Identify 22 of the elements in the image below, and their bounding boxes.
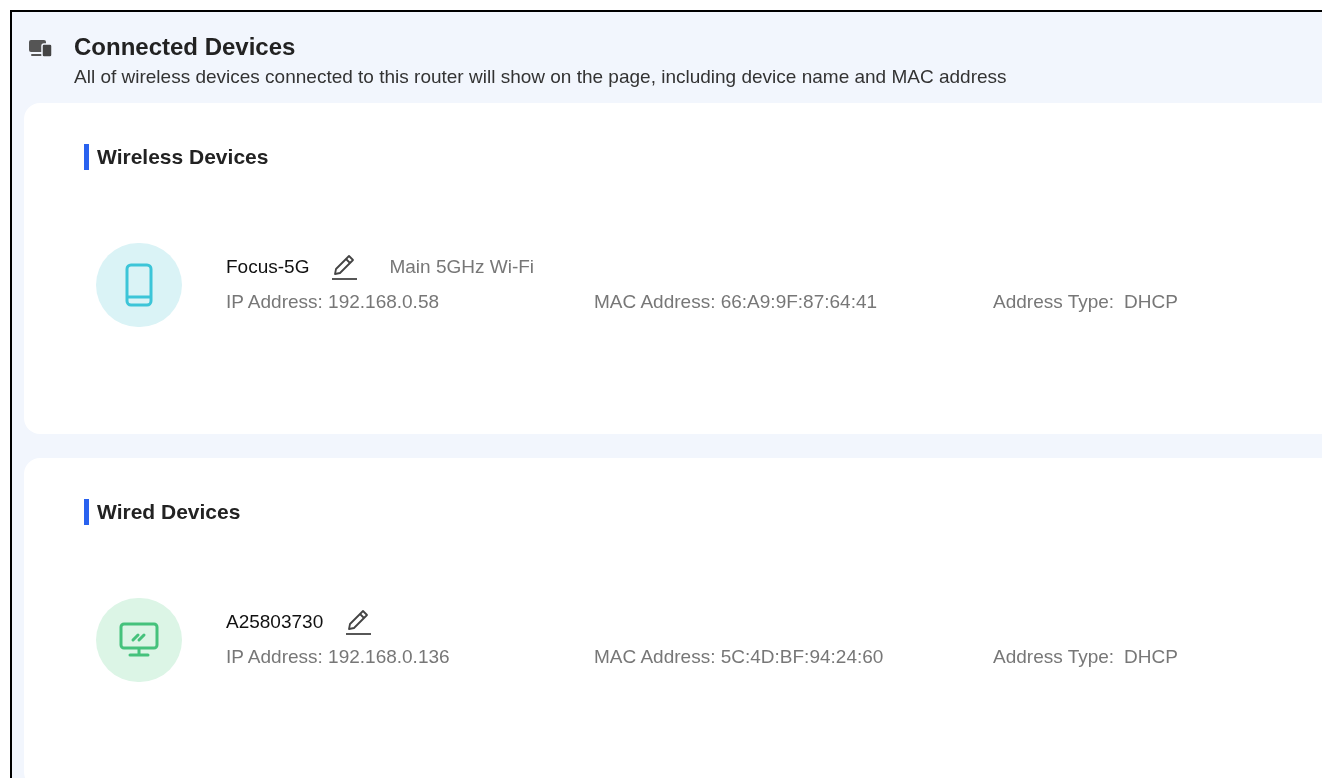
device-name: A25803730	[226, 610, 324, 634]
devices-icon	[28, 38, 54, 58]
ip-address: IP Address: 192.168.0.58	[226, 291, 440, 313]
section-marker	[84, 143, 89, 170]
address-type-value: DHCP	[1124, 645, 1178, 670]
ip-address: IP Address: 192.168.0.136	[226, 646, 450, 668]
page-title: Connected Devices	[74, 32, 297, 62]
page-description: All of wireless devices connected to this router will show on the page, including device name and MAC address	[74, 65, 1007, 89]
monitor-icon	[119, 621, 159, 658]
edit-icon[interactable]	[343, 607, 374, 638]
section-marker	[84, 498, 89, 525]
edit-icon[interactable]	[329, 252, 360, 283]
address-type-label: Address Type:	[993, 645, 1115, 670]
mac-address: MAC Address: 5C:4D:BF:94:24:60	[594, 646, 884, 668]
address-type-value: DHCP	[1124, 290, 1178, 315]
section-title: Wired Devices	[97, 499, 241, 525]
network-name: Main 5GHz Wi-Fi	[389, 255, 535, 279]
device-name: Focus-5G	[226, 255, 310, 279]
phone-icon	[125, 262, 153, 307]
mac-address: MAC Address: 66:A9:9F:87:64:41	[594, 291, 878, 313]
address-type-label: Address Type:	[993, 290, 1115, 315]
section-title: Wireless Devices	[97, 144, 269, 170]
